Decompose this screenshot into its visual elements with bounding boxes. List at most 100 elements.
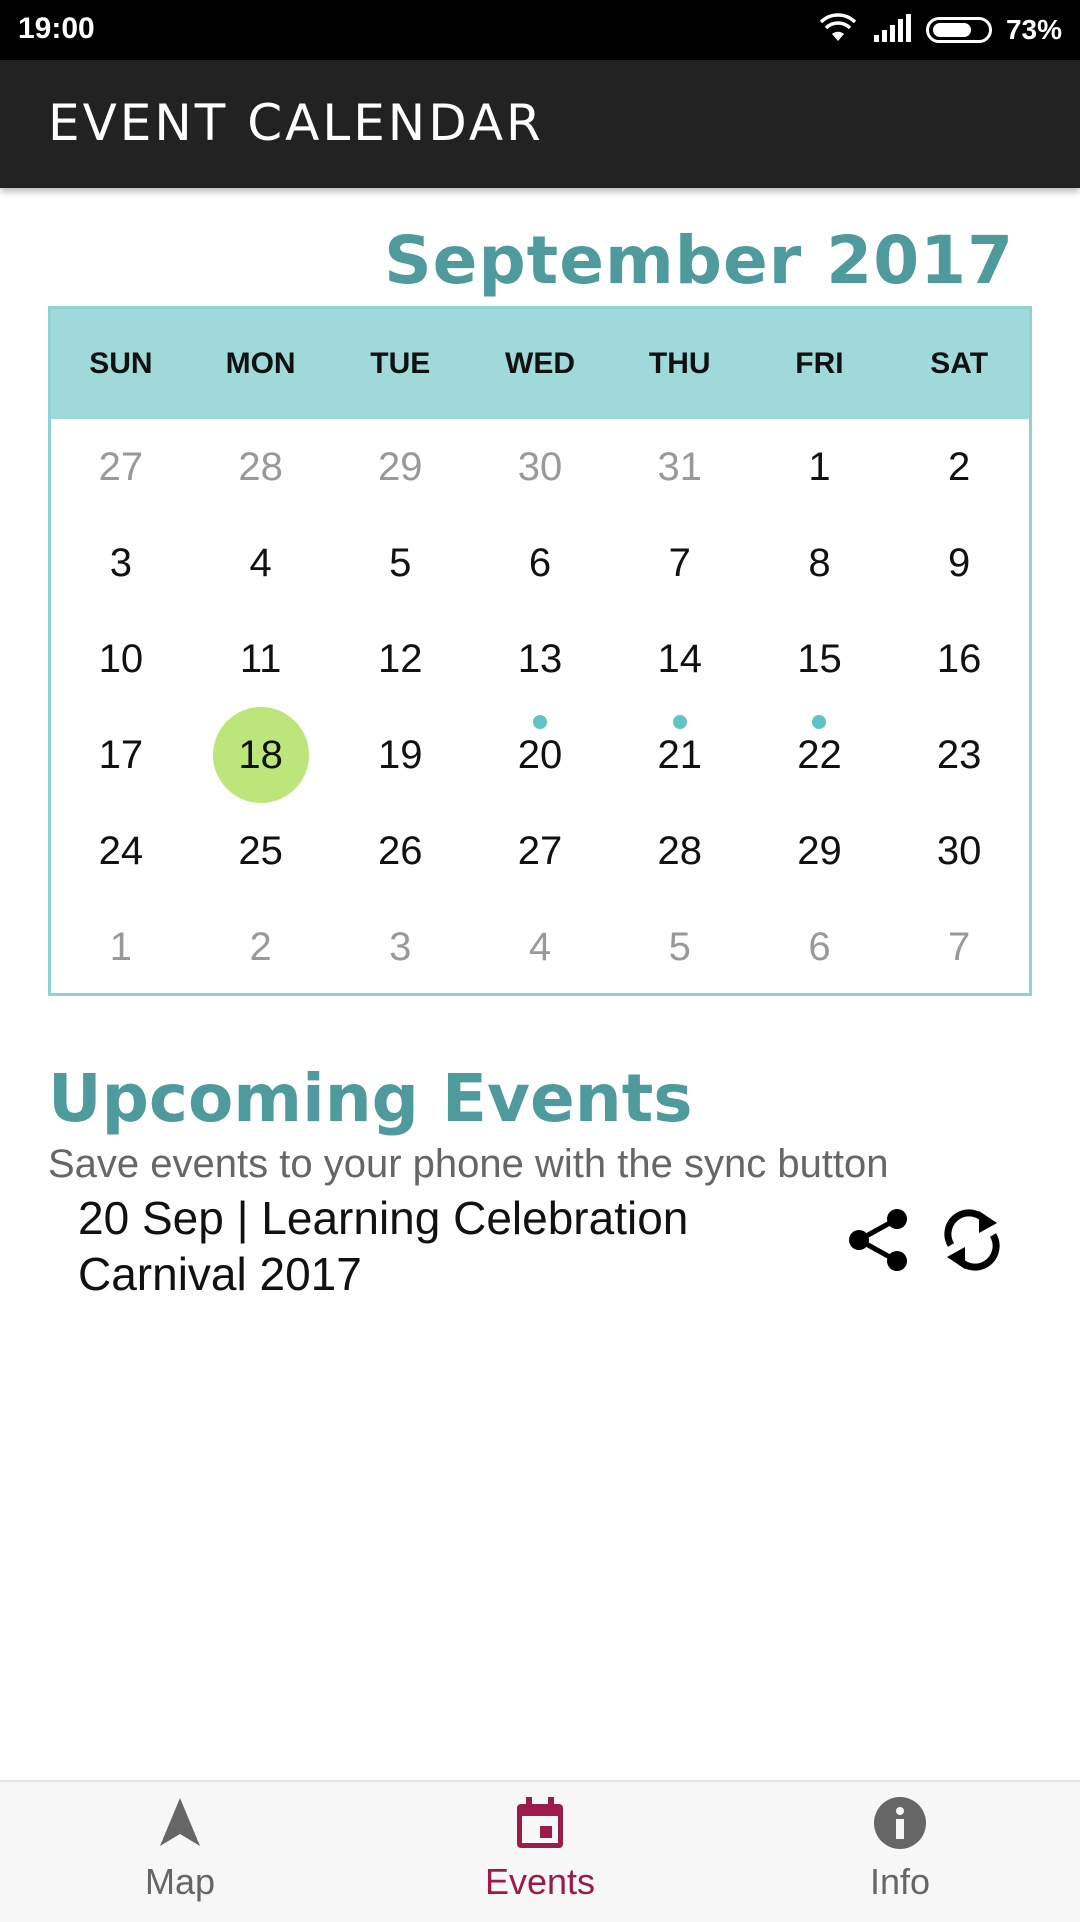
calendar-day[interactable]: 20	[470, 707, 610, 803]
day-number: 14	[657, 636, 702, 681]
day-number: 2	[948, 444, 971, 489]
calendar-week-row: 17 18 19 20 21 22 23	[51, 707, 1029, 803]
calendar-day[interactable]: 12	[330, 611, 470, 707]
calendar-day[interactable]: 7	[610, 515, 750, 611]
month-title: September 2017	[384, 222, 1014, 299]
day-number: 6	[528, 540, 552, 585]
day-number: 2	[249, 924, 272, 969]
day-number: 27	[517, 828, 563, 873]
calendar-week-row: 10 11 12 13 14 15 16	[51, 611, 1029, 707]
sync-icon[interactable]	[936, 1204, 1008, 1276]
calendar-day[interactable]: 4	[470, 899, 610, 995]
calendar-day[interactable]: 2	[889, 419, 1029, 515]
day-number: 7	[668, 540, 691, 585]
calendar-day[interactable]: 9	[889, 515, 1029, 611]
event-list-item[interactable]: 20 Sep | Learning Celebration Carnival 2…	[78, 1190, 1008, 1310]
day-number: 7	[948, 924, 971, 969]
calendar-day[interactable]: 1	[51, 899, 191, 995]
event-dot-indicator	[672, 715, 687, 729]
calendar-day[interactable]: 30	[470, 419, 610, 515]
day-number: 10	[98, 636, 144, 681]
weekday-label: MON	[225, 347, 296, 380]
day-number: 3	[109, 540, 132, 585]
calendar-day[interactable]: 26	[330, 803, 470, 899]
calendar-week-row: 3 4 5 6 7 8 9	[51, 515, 1029, 611]
app-bar: EVENT CALENDAR	[0, 60, 1080, 188]
calendar-day[interactable]: 16	[889, 611, 1029, 707]
calendar-day[interactable]: 14	[610, 611, 750, 707]
day-number: 16	[936, 636, 982, 681]
calendar-day[interactable]: 30	[889, 803, 1029, 899]
nav-info[interactable]: Info	[720, 1782, 1080, 1922]
share-icon[interactable]	[844, 1204, 916, 1276]
battery-percent: 73%	[1005, 14, 1062, 45]
day-number: 29	[797, 828, 842, 873]
day-number: 15	[797, 636, 842, 681]
calendar-day[interactable]: 24	[51, 803, 191, 899]
calendar-day[interactable]: 11	[191, 611, 331, 707]
event-title: 20 Sep | Learning Celebration Carnival 2…	[78, 1192, 689, 1300]
day-number: 1	[109, 924, 132, 969]
calendar-day[interactable]: 19	[330, 707, 470, 803]
weekday-label: WED	[505, 347, 576, 380]
calendar-day[interactable]: 13	[470, 611, 610, 707]
battery-fill	[932, 23, 971, 37]
calendar-day[interactable]: 15	[750, 611, 890, 707]
calendar-day[interactable]: 2	[191, 899, 331, 995]
event-dot-indicator	[533, 715, 548, 729]
wifi-icon	[818, 12, 858, 48]
day-number: 26	[378, 828, 423, 873]
calendar-day[interactable]: 28	[191, 419, 331, 515]
nav-map[interactable]: Map	[0, 1782, 360, 1922]
calendar-day[interactable]: 7	[889, 899, 1029, 995]
navigation-arrow-icon	[156, 1796, 204, 1855]
status-icons: 73%	[818, 10, 1062, 50]
status-bar: 19:00 73%	[0, 0, 1080, 60]
day-number: 5	[389, 540, 412, 585]
calendar-day[interactable]: 28	[610, 803, 750, 899]
calendar-day[interactable]: 5	[330, 515, 470, 611]
signal-icon	[872, 13, 912, 48]
day-number: 22	[797, 732, 842, 777]
page-title: EVENT CALENDAR	[48, 94, 544, 152]
calendar-day[interactable]: 22	[750, 707, 890, 803]
day-number: 24	[98, 828, 144, 873]
bottom-navigation: Map Events Info	[0, 1780, 1080, 1922]
calendar-day[interactable]: 25	[191, 803, 331, 899]
day-number: 27	[98, 444, 144, 489]
calendar-day[interactable]: 8	[750, 515, 890, 611]
calendar-day[interactable]: 5	[610, 899, 750, 995]
calendar-day[interactable]: 27	[470, 803, 610, 899]
calendar-day[interactable]: 3	[330, 899, 470, 995]
day-number: 5	[668, 924, 691, 969]
nav-events[interactable]: Events	[360, 1782, 720, 1922]
calendar-day[interactable]: 31	[610, 419, 750, 515]
calendar-day[interactable]: 1	[750, 419, 890, 515]
calendar-day[interactable]: 3	[51, 515, 191, 611]
event-dot-indicator	[812, 715, 827, 729]
calendar-week-row: 24 25 26 27 28 29 30	[51, 803, 1029, 899]
calendar-day-today[interactable]: 18	[191, 707, 331, 803]
day-number: 11	[239, 636, 282, 681]
weekday-label: FRI	[795, 347, 844, 380]
calendar-day[interactable]: 23	[889, 707, 1029, 803]
calendar-day[interactable]: 6	[750, 899, 890, 995]
nav-events-label: Events	[484, 1861, 596, 1902]
calendar-day[interactable]: 27	[51, 419, 191, 515]
calendar-day[interactable]: 21	[610, 707, 750, 803]
calendar-day[interactable]: 4	[191, 515, 331, 611]
calendar-day[interactable]: 17	[51, 707, 191, 803]
day-number: 17	[98, 732, 144, 777]
calendar-day[interactable]: 29	[330, 419, 470, 515]
calendar-day[interactable]: 10	[51, 611, 191, 707]
day-number: 29	[378, 444, 423, 489]
weekday-label: SUN	[89, 347, 153, 380]
day-number: 6	[808, 924, 831, 969]
weekday-header: SUN MON TUE WED THU FRI SAT	[51, 309, 1029, 419]
calendar-day[interactable]: 29	[750, 803, 890, 899]
calendar: SUN MON TUE WED THU FRI SAT 27 28 29 30 31 1 2 3 4 5 6 7 8…	[48, 306, 1032, 996]
day-number: 28	[657, 828, 702, 873]
calendar-day[interactable]: 6	[470, 515, 610, 611]
calendar-grid: 27 28 29 30 31 1 2 3 4 5 6 7 8 9 10 11 12 13 14 15 16 17 18 19 2…	[51, 419, 1029, 995]
day-number: 8	[808, 540, 831, 585]
